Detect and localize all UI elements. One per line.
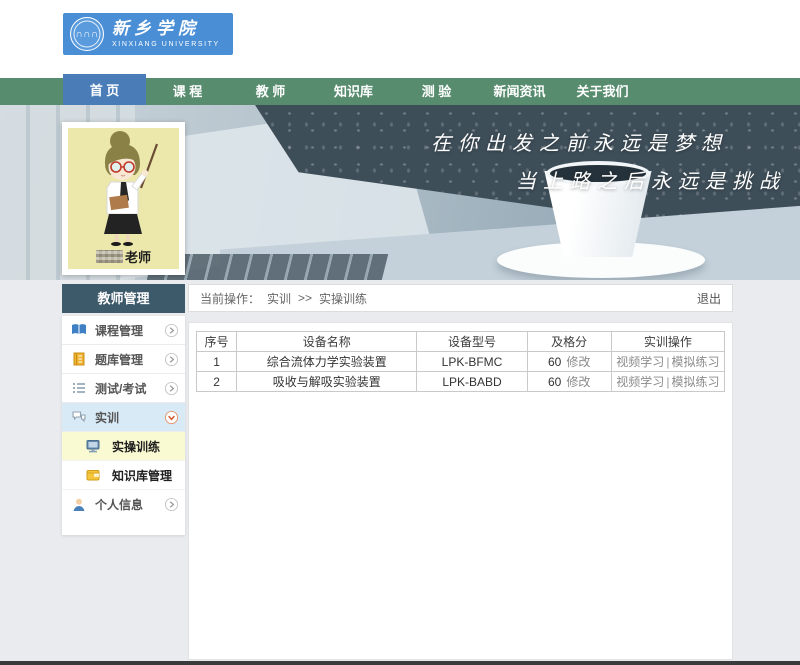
breadcrumb-separator: >>: [298, 291, 312, 305]
simulation-practice-link[interactable]: 模拟练习: [671, 375, 719, 389]
sidebar-item-question-bank[interactable]: 题库管理: [62, 345, 185, 374]
edit-score-link[interactable]: 修改: [566, 355, 590, 369]
cell-pass-score: 60 修改: [527, 352, 611, 372]
sidebar-subitem-label: 知识库管理: [112, 467, 172, 484]
chevron-right-icon: [164, 352, 179, 367]
sidebar-item-test-exam[interactable]: 测试/考试: [62, 374, 185, 403]
list-icon: [71, 380, 87, 396]
banner-quote: 在你出发之前永远是梦想 当上路之后永远是挑战: [431, 127, 786, 194]
sidebar: 教师管理 课程管理 题库管理: [62, 284, 185, 535]
censored-name-block: [96, 250, 123, 263]
cell-device-name: 综合流体力学实验装置: [237, 352, 417, 372]
sidebar-item-label: 测试/考试: [95, 380, 164, 397]
nav-item-tests[interactable]: 测 验: [395, 78, 478, 105]
sidebar-item-personal-info[interactable]: 个人信息: [62, 490, 185, 519]
sidebar-item-practical-training[interactable]: 实训: [62, 403, 185, 432]
edit-score-link[interactable]: 修改: [566, 375, 590, 389]
column-header-pass-score: 及格分: [527, 332, 611, 352]
table-row: 1 综合流体力学实验装置 LPK-BFMC 60 修改 视频学习|模拟练习: [197, 352, 725, 372]
footer-bar: [0, 661, 800, 665]
logo-english-name: XINXIANG UNIVERSITY: [112, 41, 220, 49]
column-header-device-name: 设备名称: [237, 332, 417, 352]
cell-pass-score: 60 修改: [527, 372, 611, 392]
nav-item-knowledge-base[interactable]: 知识库: [312, 78, 395, 105]
sidebar-item-course-management[interactable]: 课程管理: [62, 316, 185, 345]
chevron-right-icon: [164, 323, 179, 338]
column-header-device-model: 设备型号: [417, 332, 527, 352]
main-navigation: 首 页 课 程 教 师 知识库 测 验 新闻资讯 关于我们: [0, 78, 800, 105]
teacher-name-suffix: 老师: [125, 247, 151, 266]
university-seal-icon: ∩∩∩: [70, 17, 104, 51]
quote-line-1: 在你出发之前永远是梦想: [431, 127, 728, 156]
equipment-table: 序号 设备名称 设备型号 及格分 实训操作 1 综合流体力学实验装置 LPK-B…: [196, 331, 725, 392]
table-header-row: 序号 设备名称 设备型号 及格分 实训操作: [197, 332, 725, 352]
video-learning-link[interactable]: 视频学习: [616, 375, 664, 389]
seal-text: ∩∩∩: [75, 29, 98, 40]
nav-list: 首 页 课 程 教 师 知识库 测 验 新闻资讯 关于我们: [0, 78, 800, 105]
column-header-seq: 序号: [197, 332, 237, 352]
cell-seq: 2: [197, 372, 237, 392]
nav-item-courses[interactable]: 课 程: [146, 78, 229, 105]
cell-operations: 视频学习|模拟练习: [611, 372, 724, 392]
video-learning-link[interactable]: 视频学习: [616, 355, 664, 369]
teacher-name: 老师: [68, 247, 179, 266]
cell-device-model: LPK-BFMC: [417, 352, 527, 372]
nav-item-news[interactable]: 新闻资讯: [478, 78, 561, 105]
notebook-icon: [71, 351, 87, 367]
pass-score-value: 60: [548, 375, 561, 389]
top-header: ∩∩∩ 新乡学院 XINXIANG UNIVERSITY: [0, 0, 800, 78]
cell-operations: 视频学习|模拟练习: [611, 352, 724, 372]
logo-text: 新乡学院 XINXIANG UNIVERSITY: [112, 20, 220, 48]
cell-device-model: LPK-BABD: [417, 372, 527, 392]
nav-item-teachers[interactable]: 教 师: [229, 78, 312, 105]
sidebar-title: 教师管理: [62, 284, 185, 313]
teacher-avatar-card: 老师: [62, 122, 185, 275]
simulation-practice-link[interactable]: 模拟练习: [671, 355, 719, 369]
hero-banner: 在你出发之前永远是梦想 当上路之后永远是挑战: [0, 105, 800, 280]
pass-score-value: 60: [548, 355, 561, 369]
chat-bubbles-icon: [71, 409, 87, 425]
cell-device-name: 吸收与解吸实验装置: [237, 372, 417, 392]
quote-line-2: 当上路之后永远是挑战: [431, 165, 786, 194]
column-header-operations: 实训操作: [611, 332, 724, 352]
op-separator: |: [666, 355, 669, 369]
sidebar-item-label: 实训: [95, 409, 164, 426]
wallet-icon: [85, 467, 101, 483]
op-separator: |: [666, 375, 669, 389]
breadcrumb: 当前操作： 实训 >> 实操训练 退出: [188, 284, 733, 312]
monitor-icon: [85, 438, 101, 454]
book-icon: [71, 322, 87, 338]
teacher-cartoon-illustration: [69, 128, 179, 246]
content-area: 教师管理 课程管理 题库管理: [0, 280, 800, 665]
sidebar-subitem-knowledge-base-management[interactable]: 知识库管理: [62, 461, 185, 490]
sidebar-item-label: 课程管理: [95, 322, 164, 339]
chevron-right-icon: [164, 497, 179, 512]
teacher-avatar: 老师: [68, 128, 179, 269]
logo-chinese-name: 新乡学院: [112, 20, 220, 39]
person-icon: [71, 497, 87, 513]
cell-seq: 1: [197, 352, 237, 372]
nav-item-about[interactable]: 关于我们: [561, 78, 644, 105]
breadcrumb-section: 实训: [267, 290, 291, 307]
breadcrumb-current-page: 实操训练: [319, 290, 367, 307]
sidebar-item-label: 个人信息: [95, 496, 164, 513]
sidebar-subitem-label: 实操训练: [112, 438, 160, 455]
sidebar-subitem-hands-on-training[interactable]: 实操训练: [62, 432, 185, 461]
nav-item-home[interactable]: 首 页: [63, 74, 146, 105]
sidebar-menu: 课程管理 题库管理 测试/考试: [62, 316, 185, 535]
sidebar-item-label: 题库管理: [95, 351, 164, 368]
chevron-down-icon: [164, 410, 179, 425]
university-logo: ∩∩∩ 新乡学院 XINXIANG UNIVERSITY: [63, 13, 233, 55]
logout-link[interactable]: 退出: [697, 290, 721, 307]
chevron-right-icon: [164, 381, 179, 396]
table-row: 2 吸收与解吸实验装置 LPK-BABD 60 修改 视频学习|模拟练习: [197, 372, 725, 392]
breadcrumb-prefix: 当前操作：: [200, 290, 260, 307]
main-panel: 序号 设备名称 设备型号 及格分 实训操作 1 综合流体力学实验装置 LPK-B…: [188, 322, 733, 660]
